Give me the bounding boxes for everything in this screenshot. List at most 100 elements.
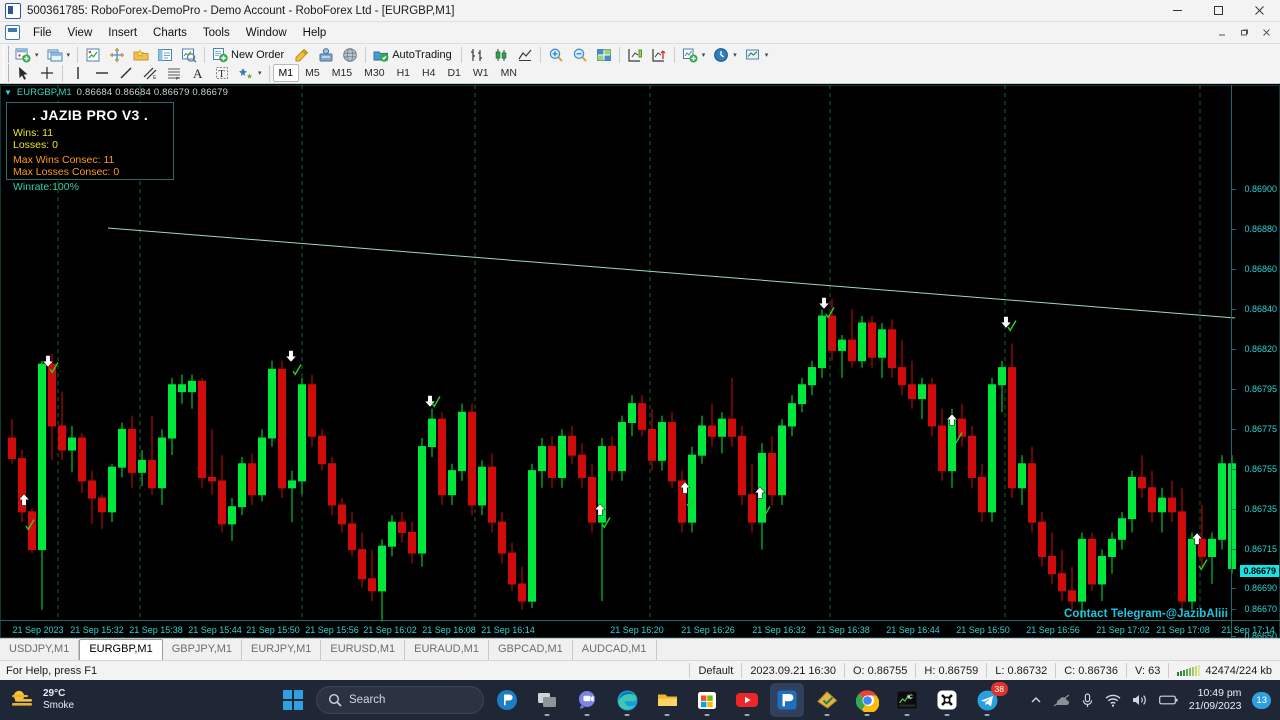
- shapes-button[interactable]: ▾: [234, 63, 266, 83]
- tile-windows-button[interactable]: [592, 45, 616, 65]
- new-chart-button[interactable]: ▾: [11, 45, 43, 65]
- mdi-minimize-button[interactable]: [1212, 24, 1233, 42]
- timeframe-mn[interactable]: MN: [495, 64, 523, 82]
- menu-window[interactable]: Window: [238, 25, 295, 41]
- taskbar-teams[interactable]: [570, 683, 604, 717]
- taskbar-edge[interactable]: [610, 683, 644, 717]
- chart-canvas-area[interactable]: ▼ EURGBP,M1 0.86684 0.86684 0.86679 0.86…: [0, 85, 1280, 638]
- menu-tools[interactable]: Tools: [195, 25, 238, 41]
- auto-scroll-button[interactable]: [647, 45, 671, 65]
- chart-tab-eurjpy[interactable]: EURJPY,M1: [242, 640, 322, 660]
- fibonacci-retracement-button[interactable]: F: [162, 63, 186, 83]
- status-profile[interactable]: Default: [689, 663, 741, 678]
- chart-tab-usdjpy[interactable]: USDJPY,M1: [0, 640, 80, 660]
- timeframe-w1[interactable]: W1: [467, 64, 495, 82]
- text-label-button[interactable]: T: [210, 63, 234, 83]
- wifi-icon[interactable]: [1105, 694, 1121, 707]
- navigator-button[interactable]: [105, 45, 129, 65]
- indicators-button[interactable]: ▾: [678, 45, 710, 65]
- timeframe-m5[interactable]: M5: [299, 64, 326, 82]
- autotrading-button[interactable]: AutoTrading: [369, 45, 458, 65]
- status-connection[interactable]: 42474/224 kb: [1168, 663, 1280, 678]
- candle-body: [228, 506, 236, 525]
- templates-button[interactable]: ▾: [741, 45, 773, 65]
- menu-charts[interactable]: Charts: [145, 25, 195, 41]
- strategy-tester-button[interactable]: [177, 45, 201, 65]
- taskbar-icmarkets[interactable]: IC: [890, 683, 924, 717]
- text-button[interactable]: A: [186, 63, 210, 83]
- zoom-out-button[interactable]: [568, 45, 592, 65]
- horizontal-line-button[interactable]: [90, 63, 114, 83]
- start-button[interactable]: [276, 683, 310, 717]
- battery-icon[interactable]: [1158, 694, 1178, 706]
- candle-body: [658, 422, 666, 461]
- menu-view[interactable]: View: [60, 25, 101, 41]
- taskbar-task-view[interactable]: [530, 683, 564, 717]
- chevron-up-icon[interactable]: [1030, 694, 1042, 706]
- chart-tab-eurgbp[interactable]: EURGBP,M1: [79, 639, 163, 660]
- taskbar-microsoft-store[interactable]: [690, 683, 724, 717]
- menu-file[interactable]: File: [25, 25, 60, 41]
- price-axis-label: 0.86670: [1244, 604, 1277, 614]
- notification-badge[interactable]: 13: [1252, 691, 1271, 709]
- periods-button[interactable]: ▾: [709, 45, 741, 65]
- taskbar-chrome[interactable]: [850, 683, 884, 717]
- menu-help[interactable]: Help: [295, 25, 335, 41]
- time-axis[interactable]: 21 Sep 2023 21 Sep 15:32 21 Sep 15:38 21 Se…: [0, 620, 1280, 638]
- metaeditor-button[interactable]: [290, 45, 314, 65]
- volume-icon[interactable]: [1132, 693, 1148, 707]
- chart-tab-audcad[interactable]: AUDCAD,M1: [573, 640, 657, 660]
- maximize-button[interactable]: [1198, 0, 1239, 22]
- price-axis[interactable]: 0.86900 0.86880 0.86860 0.86840 0.86820 0.867…: [1231, 85, 1280, 638]
- timeframe-h4[interactable]: H4: [416, 64, 441, 82]
- taskbar-youtube[interactable]: [730, 683, 764, 717]
- bar-chart-button[interactable]: [465, 45, 489, 65]
- chevron-down-icon: ▾: [35, 52, 39, 59]
- chart-collapse-icon[interactable]: ▼: [4, 88, 12, 97]
- taskbar-wallet[interactable]: [810, 683, 844, 717]
- timeframe-h1[interactable]: H1: [391, 64, 416, 82]
- timeframe-m1[interactable]: M1: [272, 64, 300, 82]
- zoom-in-button[interactable]: [544, 45, 568, 65]
- taskbar-capcut[interactable]: [930, 683, 964, 717]
- taskbar-metatrader[interactable]: [770, 683, 804, 717]
- onedrive-icon[interactable]: [1053, 693, 1070, 707]
- equidistant-channel-button[interactable]: E: [138, 63, 162, 83]
- weather-widget[interactable]: 29°C Smoke: [0, 688, 74, 712]
- timeframe-d1[interactable]: D1: [441, 64, 466, 82]
- data-window-button[interactable]: [129, 45, 153, 65]
- terminal-button[interactable]: [153, 45, 177, 65]
- microphone-icon[interactable]: [1081, 692, 1094, 708]
- vertical-line-button[interactable]: [66, 63, 90, 83]
- timeframe-m15[interactable]: M15: [326, 64, 358, 82]
- mql5-community-button[interactable]: [338, 45, 362, 65]
- profiles-button[interactable]: ▾: [43, 45, 75, 65]
- close-button[interactable]: [1239, 0, 1280, 22]
- taskbar-file-explorer[interactable]: [650, 683, 684, 717]
- trendline-button[interactable]: [114, 63, 138, 83]
- minimize-button[interactable]: [1157, 0, 1198, 22]
- search-box[interactable]: Search: [316, 686, 484, 714]
- price-axis-label: 0.86900: [1244, 184, 1277, 194]
- market-watch-button[interactable]: [81, 45, 105, 65]
- taskbar-copilot[interactable]: [490, 683, 524, 717]
- chart-tab-euraud[interactable]: EURAUD,M1: [405, 640, 489, 660]
- new-order-button[interactable]: New Order: [208, 45, 290, 65]
- chart-shift-button[interactable]: [623, 45, 647, 65]
- taskbar-telegram[interactable]: 38: [970, 682, 1008, 717]
- cursor-button[interactable]: [11, 63, 35, 83]
- menu-insert[interactable]: Insert: [100, 25, 145, 41]
- taskbar-clock[interactable]: 10:49 pm 21/09/2023: [1189, 687, 1242, 713]
- mdi-close-button[interactable]: [1256, 24, 1277, 42]
- chart-tab-gbpjpy[interactable]: GBPJPY,M1: [163, 640, 243, 660]
- chart-tab-eurusd[interactable]: EURUSD,M1: [321, 640, 406, 660]
- timeframe-m30[interactable]: M30: [358, 64, 390, 82]
- crosshair-button[interactable]: [35, 63, 59, 83]
- line-chart-button[interactable]: [513, 45, 537, 65]
- expert-advisors-button[interactable]: [314, 45, 338, 65]
- candlestick-chart-button[interactable]: [489, 45, 513, 65]
- chart-tab-gbpcad[interactable]: GBPCAD,M1: [489, 640, 573, 660]
- toolbar-grip[interactable]: [3, 46, 9, 64]
- toolbar-grip[interactable]: [3, 64, 9, 82]
- mdi-restore-button[interactable]: [1234, 24, 1255, 42]
